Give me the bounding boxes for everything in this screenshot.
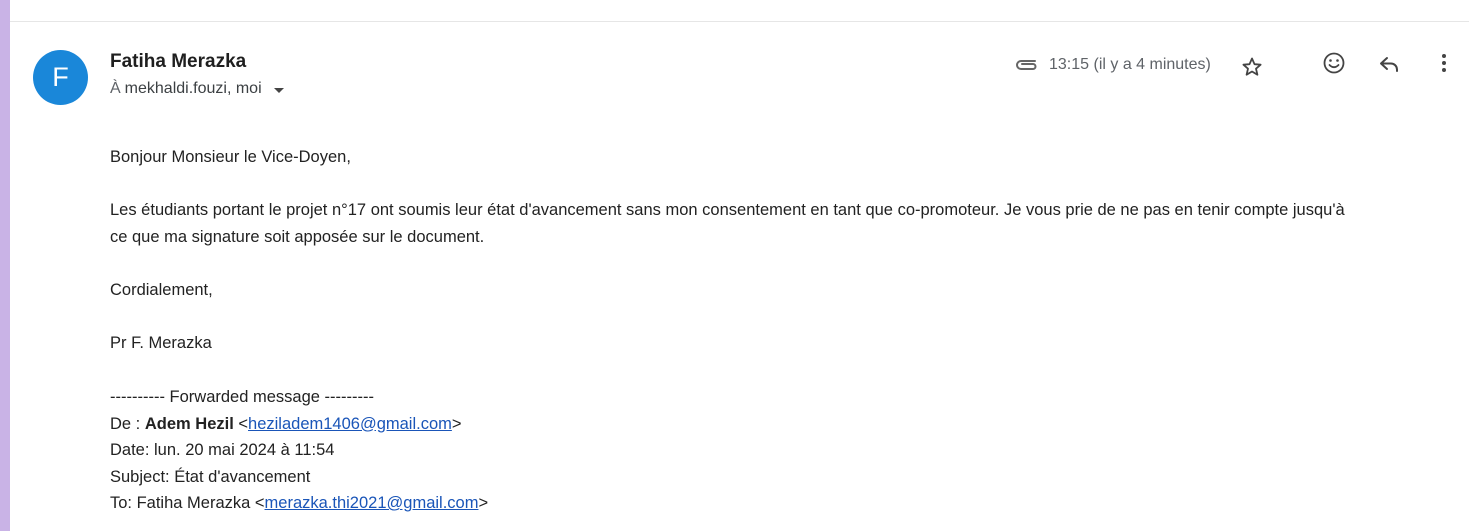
to-email-link[interactable]: merazka.thi2021@gmail.com — [265, 494, 479, 512]
to-label: To: Fatiha Merazka — [110, 494, 255, 512]
message-time: 13:15 (il y a 4 minutes) — [1049, 56, 1211, 73]
forwarded-date: Date: lun. 20 mai 2024 à 11:54 — [110, 441, 335, 459]
forwarded-header: ---------- Forwarded message --------- — [110, 388, 374, 406]
recipients-list: mekhaldi.fouzi, moi — [124, 80, 262, 97]
forwarded-message: ---------- Forwarded message --------- D… — [110, 384, 488, 517]
emoji-icon[interactable] — [1321, 50, 1347, 76]
more-vert-icon[interactable] — [1431, 50, 1457, 76]
show-details-chevron-icon[interactable] — [273, 87, 284, 93]
paragraph-line-2: ce que ma signature soit apposée sur le … — [110, 227, 485, 246]
from-name: Adem Hezil — [144, 414, 234, 433]
from-email-link[interactable]: heziladem1406@gmail.com — [248, 415, 452, 433]
forwarded-from: De : Adem Hezil <heziladem1406@gmail.com… — [110, 414, 462, 433]
forwarded-subject: Subject: État d'avancement — [110, 467, 311, 486]
left-accent-bar — [0, 0, 10, 531]
reply-icon[interactable] — [1376, 51, 1402, 77]
avatar[interactable]: F — [33, 50, 88, 105]
closing: Cordialement, — [110, 280, 213, 299]
star-icon[interactable] — [1239, 54, 1265, 80]
message-body: Bonjour Monsieur le Vice-Doyen, Les étud… — [110, 144, 1465, 356]
forwarded-to: To: Fatiha Merazka <merazka.thi2021@gmai… — [110, 494, 489, 512]
paragraph-line-1: Les étudiants portant le projet n°17 ont… — [110, 201, 1345, 219]
recipients-line: À mekhaldi.fouzi, moi — [110, 80, 284, 98]
signature: Pr F. Merazka — [110, 333, 212, 352]
greeting: Bonjour Monsieur le Vice-Doyen, — [110, 148, 351, 166]
top-divider — [10, 21, 1469, 22]
from-label: De : — [110, 414, 145, 433]
sender-name[interactable]: Fatiha Merazka — [110, 51, 246, 73]
to-prefix: À — [110, 80, 121, 97]
attachment-icon — [1013, 55, 1041, 75]
